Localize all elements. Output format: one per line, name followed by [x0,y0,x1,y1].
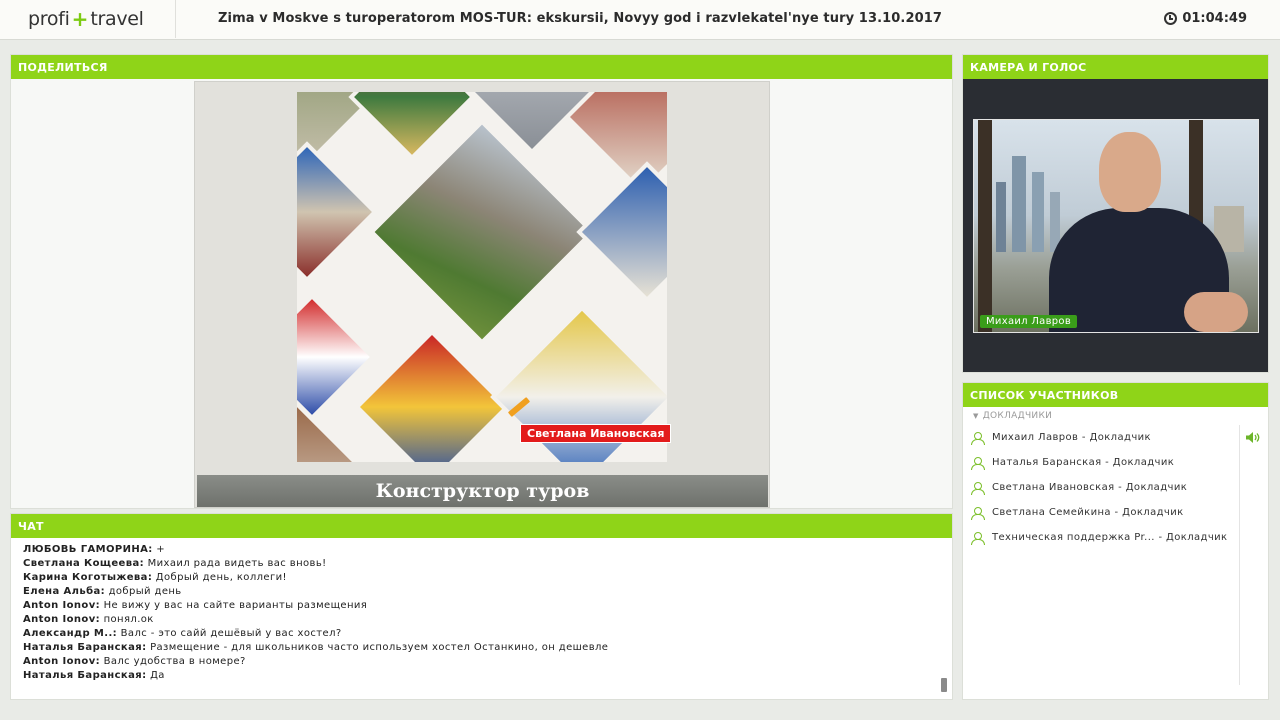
pointer-presenter-label: Светлана Ивановская [520,424,672,443]
chat-scrollbar[interactable] [941,542,947,692]
share-panel-body: Светлана Ивановская Конструктор туров [11,79,952,508]
message-author: Anton Ionov: [23,600,101,611]
speaker-volume-icon [1246,432,1260,443]
participants-scrollbar[interactable] [1239,425,1240,685]
message-text: Михаил рада видеть вас вновь! [144,558,327,569]
message-text: Не вижу у вас на сайте варианты размещен… [100,600,368,611]
camera-panel: КАМЕРА И ГОЛОС Михаил Лавров [962,54,1269,373]
message-author: Anton Ionov: [23,656,101,667]
user-icon [971,456,985,470]
message-author: Елена Альба: [23,586,105,597]
message-author: ЛЮБОВЬ ГАМОРИНА: [23,544,153,555]
participant-label: Светлана Семейкина - Докладчик [992,507,1184,518]
message-text: + [152,544,166,555]
message-text: добрый день [105,586,182,597]
chat-message: Александр М..: Валс - это сайй дешёвый у… [23,627,940,641]
participant-label: Михаил Лавров - Докладчик [992,432,1151,443]
camera-panel-header: КАМЕРА И ГОЛОС [963,55,1268,79]
message-text: понял.ок [100,614,154,625]
message-author: Наталья Баранская: [23,642,147,653]
presentation-slide[interactable]: Светлана Ивановская Конструктор туров [194,81,770,508]
participant-label: Техническая поддержка Pr... - Докладчик [992,532,1228,543]
participant-row[interactable]: Наталья Баранская - Докладчик [963,450,1268,475]
message-author: Александр М..: [23,628,118,639]
share-panel-header: ПОДЕЛИТЬСЯ [11,55,952,79]
logo-text-left: profi [28,8,70,30]
logo: profi + travel [28,0,176,38]
participants-list: ▼ ДОКЛАДЧИКИ Михаил Лавров - Докладчик На… [963,407,1268,699]
message-author: Светлана Кощеева: [23,558,144,569]
share-panel: ПОДЕЛИТЬСЯ Светлана Ивановская Конструкт… [10,54,953,509]
participants-panel: СПИСОК УЧАСТНИКОВ ▼ ДОКЛАДЧИКИ Михаил Лав… [962,382,1269,700]
message-author: Anton Ionov: [23,614,101,625]
user-icon [971,481,985,495]
timer-value: 01:04:49 [1182,11,1247,26]
message-text: Валс удобства в номере? [100,656,246,667]
message-text: Добрый день, коллеги! [152,572,287,583]
participant-row[interactable]: Светлана Семейкина - Докладчик [963,500,1268,525]
message-author: Наталья Баранская: [23,670,147,681]
chat-message: Anton Ionov: понял.ок [23,613,940,627]
chat-message: Наталья Баранская: Размещение - для школ… [23,641,940,655]
participants-panel-header: СПИСОК УЧАСТНИКОВ [963,383,1268,407]
user-icon [971,506,985,520]
participant-label: Светлана Ивановская - Докладчик [992,482,1188,493]
message-text: Размещение - для школьников часто исполь… [146,642,609,653]
participant-row[interactable]: Техническая поддержка Pr... - Докладчик [963,525,1268,550]
chat-scrollbar-thumb[interactable] [941,678,947,692]
slide-caption: Конструктор туров [197,475,768,507]
webinar-title: Zima v Moskve s turoperatorom MOS-TUR: e… [218,11,943,26]
message-text: Да [146,670,165,681]
chat-messages: ЛЮБОВЬ ГАМОРИНА: + Светлана Кощеева: Мих… [11,538,952,699]
chat-panel-header: ЧАТ [11,514,952,538]
collapse-triangle-icon: ▼ [973,412,979,420]
chat-message: Светлана Кощеева: Михаил рада видеть вас… [23,557,940,571]
participant-row[interactable]: Светлана Ивановская - Докладчик [963,475,1268,500]
logo-plus: + [71,7,89,31]
chat-message: Елена Альба: добрый день [23,585,940,599]
participant-label: Наталья Баранская - Докладчик [992,457,1175,468]
chat-message: Наталья Баранская: Да [23,669,940,683]
message-text: Валс - это сайй дешёвый у вас хостел? [117,628,342,639]
user-icon [971,531,985,545]
user-icon [971,431,985,445]
logo-text-right: travel [90,8,144,30]
chat-panel: ЧАТ ЛЮБОВЬ ГАМОРИНА: + Светлана Кощеева:… [10,513,953,700]
chat-message: Anton Ionov: Не вижу у вас на сайте вари… [23,599,940,613]
clock-icon [1164,12,1178,25]
session-timer: 01:04:49 [1164,11,1247,26]
message-author: Карина Коготыжева: [23,572,153,583]
speaker-video[interactable]: Михаил Лавров [973,119,1259,333]
group-speakers-label: ДОКЛАДЧИКИ [982,411,1053,421]
speaker-name-badge: Михаил Лавров [980,315,1078,328]
top-bar: profi + travel Zima v Moskve s turoperat… [0,0,1280,40]
moscow-collage-image [297,92,667,462]
camera-panel-body: Михаил Лавров [963,79,1268,372]
chat-message: Карина Коготыжева: Добрый день, коллеги! [23,571,940,585]
group-speakers-toggle[interactable]: ▼ ДОКЛАДЧИКИ [963,407,1268,425]
chat-message: ЛЮБОВЬ ГАМОРИНА: + [23,543,940,557]
participant-row[interactable]: Михаил Лавров - Докладчик [963,425,1268,450]
chat-message: Anton Ionov: Валс удобства в номере? [23,655,940,669]
